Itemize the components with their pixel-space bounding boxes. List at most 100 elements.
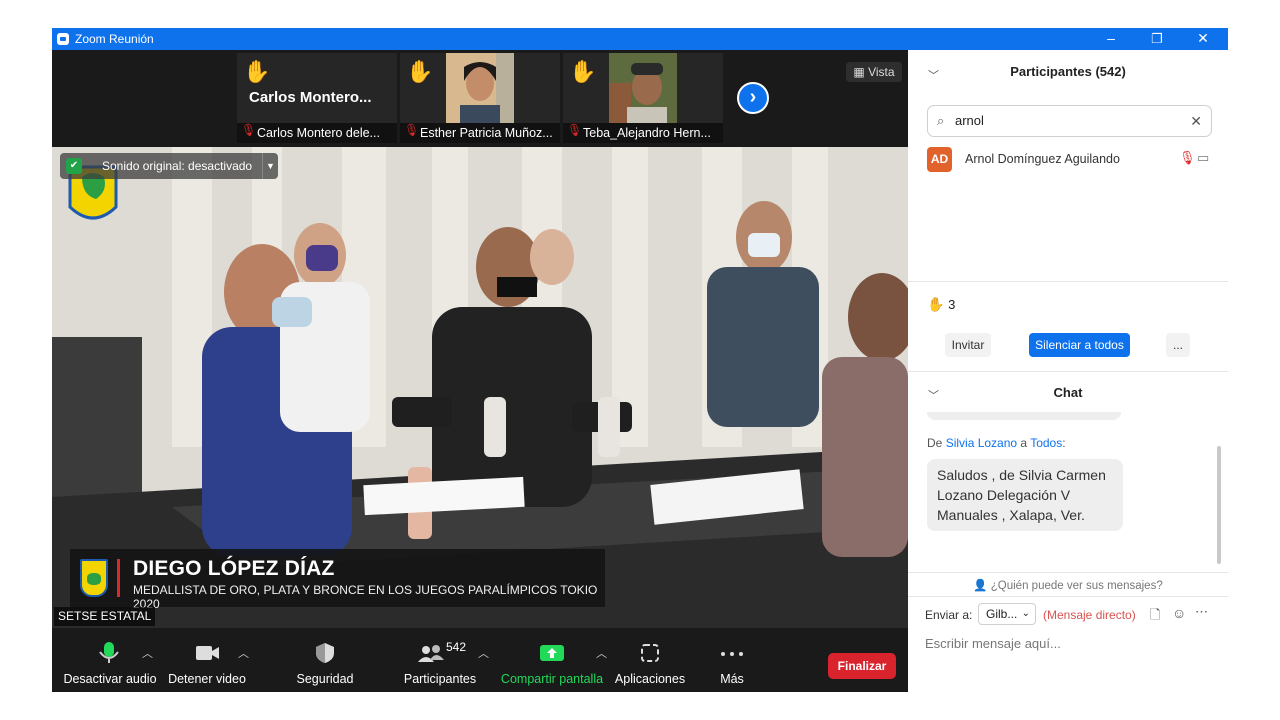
tile-caption: 🎙 Teba_Alejandro Hern... <box>563 123 723 143</box>
participant-strip: ✋ Carlos Montero... 🎙 Carlos Montero del… <box>52 50 908 147</box>
participants-options-caret[interactable]: ︿ <box>478 645 489 661</box>
share-screen-button[interactable]: ︿ Compartir pantalla <box>500 628 607 692</box>
apps-icon <box>641 644 659 662</box>
who-can-see-label: ¿Quién puede ver sus mensajes? <box>990 580 1163 592</box>
send-to-label: Enviar a: <box>925 608 973 622</box>
zoom-window: Zoom Reunión – ❐ ✕ ✋ Carlos Montero... 🎙… <box>52 28 1228 692</box>
restore-button[interactable]: ❐ <box>1134 28 1180 50</box>
participant-tile[interactable]: ✋ 🎙 Esther Patricia Muñoz... <box>400 53 560 143</box>
chat-more-icon[interactable]: ⋯ <box>1195 604 1208 620</box>
raised-hand-icon: ✋ <box>243 59 271 84</box>
minimize-button[interactable]: – <box>1088 28 1134 50</box>
divider <box>908 596 1228 597</box>
banner-name: DIEGO LÓPEZ DÍAZ <box>133 557 335 580</box>
lower-third-banner: DIEGO LÓPEZ DÍAZ MEDALLISTA DE ORO, PLAT… <box>70 549 605 611</box>
meeting-toolbar: ︿ Desactivar audio ︿ Detener video Segur… <box>52 628 908 692</box>
security-button[interactable]: Seguridad <box>288 628 362 692</box>
participant-video <box>446 53 514 123</box>
video-camera-icon[interactable]: ▭ <box>1197 150 1209 166</box>
raised-hand-icon: ✋ <box>927 296 945 312</box>
end-meeting-button[interactable]: Finalizar <box>828 653 896 679</box>
tile-caption-text: Esther Patricia Muñoz... <box>420 126 553 140</box>
chat-from-suffix: : <box>1062 436 1066 450</box>
setse-logo-icon <box>80 559 108 597</box>
send-to-select[interactable]: Gilb... ⌄ <box>978 603 1036 625</box>
shield-icon <box>316 643 334 663</box>
share-screen-icon <box>540 645 564 661</box>
chat-sender-line: De Silvia Lozano a Todos: <box>927 436 1066 450</box>
participants-button[interactable]: 542 ︿ Participantes <box>390 628 490 692</box>
participants-count: 542 <box>446 640 467 654</box>
original-sound-label: Sonido original: desactivado <box>102 159 253 173</box>
chat-from-mid: a <box>1017 436 1031 450</box>
search-icon: ⌕ <box>937 113 945 128</box>
previous-message-bubble <box>927 412 1121 420</box>
participants-label: Participantes <box>403 672 477 686</box>
participant-video <box>609 53 677 123</box>
muted-mic-icon: 🎙 <box>241 123 257 137</box>
who-can-see-link[interactable]: 👤 ¿Quién puede ver sus mensajes? <box>908 578 1228 592</box>
chat-message-list: De Silvia Lozano a Todos: Saludos , de S… <box>927 412 1217 572</box>
raised-hand-icon: ✋ <box>569 59 597 84</box>
main-speaker-video: ✔ Sonido original: desactivado ▼ DIEGO L… <box>52 147 908 628</box>
invite-button[interactable]: Invitar <box>945 333 991 357</box>
stop-video-label: Detener video <box>168 672 246 686</box>
stop-video-button[interactable]: ︿ Detener video <box>164 628 250 692</box>
speaker-name-tag: SETSE ESTATAL <box>54 607 156 626</box>
raised-hands-number: 3 <box>948 297 956 312</box>
muted-mic-icon[interactable]: 🎙 <box>1179 150 1196 166</box>
chat-scrollbar[interactable] <box>1217 446 1221 564</box>
chat-from-prefix: De <box>927 436 946 450</box>
chevron-down-icon[interactable]: ▼ <box>262 153 278 179</box>
divider <box>908 572 1228 573</box>
more-button[interactable]: Más <box>706 628 758 692</box>
participant-search-input[interactable]: ⌕ arnol ✕ <box>927 105 1212 137</box>
chat-message-input[interactable]: Escribir mensaje aquí... <box>925 636 1061 651</box>
chevron-down-icon: ⌄ <box>1021 608 1030 619</box>
next-page-button[interactable]: › <box>737 82 769 114</box>
apps-button[interactable]: Aplicaciones <box>612 628 688 692</box>
participant-search-value: arnol <box>955 113 984 128</box>
security-label: Seguridad <box>296 672 354 686</box>
banner-divider <box>117 559 120 597</box>
close-button[interactable]: ✕ <box>1180 28 1226 50</box>
divider <box>908 281 1228 282</box>
direct-message-label: (Mensaje directo) <box>1043 608 1136 622</box>
tile-caption-text: Carlos Montero dele... <box>257 126 380 140</box>
divider <box>908 371 1228 372</box>
person-info-icon: 👤 <box>973 580 991 592</box>
emoji-icon[interactable]: ☺ <box>1172 605 1186 621</box>
chat-sender-name[interactable]: Silvia Lozano <box>946 436 1017 450</box>
window-title: Zoom Reunión <box>75 32 154 46</box>
more-dots-icon <box>721 652 743 656</box>
zoom-logo-icon <box>57 33 69 45</box>
participant-tile[interactable]: ✋ Carlos Montero... 🎙 Carlos Montero del… <box>237 53 397 143</box>
participants-panel-title: Participantes (542) <box>1010 64 1126 79</box>
chat-message-bubble: Saludos , de Silvia Carmen Lozano Delega… <box>927 459 1123 531</box>
raised-hand-icon: ✋ <box>406 59 434 84</box>
video-options-caret[interactable]: ︿ <box>238 645 249 661</box>
participant-tile[interactable]: ✋ 🎙 Teba_Alejandro Hern... <box>563 53 723 143</box>
participant-row[interactable]: AD Arnol Domínguez Aguilando 🎙 ▭ <box>927 147 1212 173</box>
side-panel: ﹀ Participantes (542) ⌕ arnol ✕ AD Arnol… <box>908 50 1228 692</box>
title-bar: Zoom Reunión – ❐ ✕ <box>52 28 1228 50</box>
send-to-value: Gilb... <box>986 607 1018 621</box>
grid-icon: ▦ <box>853 65 869 79</box>
video-area: ✋ Carlos Montero... 🎙 Carlos Montero del… <box>52 50 908 628</box>
share-screen-label: Compartir pantalla <box>500 672 604 686</box>
original-sound-toggle[interactable]: ✔ Sonido original: desactivado ▼ <box>60 153 278 179</box>
mute-all-button[interactable]: Silenciar a todos <box>1029 333 1130 357</box>
participants-more-button[interactable]: ... <box>1166 333 1190 357</box>
share-options-caret[interactable]: ︿ <box>596 645 607 661</box>
view-button[interactable]: ▦ Vista <box>846 62 902 82</box>
clear-search-icon[interactable]: ✕ <box>1190 106 1202 136</box>
apps-label: Aplicaciones <box>614 672 686 686</box>
tile-caption: 🎙 Carlos Montero dele... <box>237 123 397 143</box>
file-icon[interactable]: 🗋 <box>1150 606 1160 628</box>
mute-audio-label: Desactivar audio <box>63 672 157 686</box>
mute-audio-button[interactable]: ︿ Desactivar audio <box>60 628 160 692</box>
audio-options-caret[interactable]: ︿ <box>142 645 153 661</box>
chat-recipient[interactable]: Todos <box>1030 436 1062 450</box>
view-button-label: Vista <box>868 65 895 79</box>
banner-subtitle: MEDALLISTA DE ORO, PLATA Y BRONCE EN LOS… <box>133 583 598 611</box>
